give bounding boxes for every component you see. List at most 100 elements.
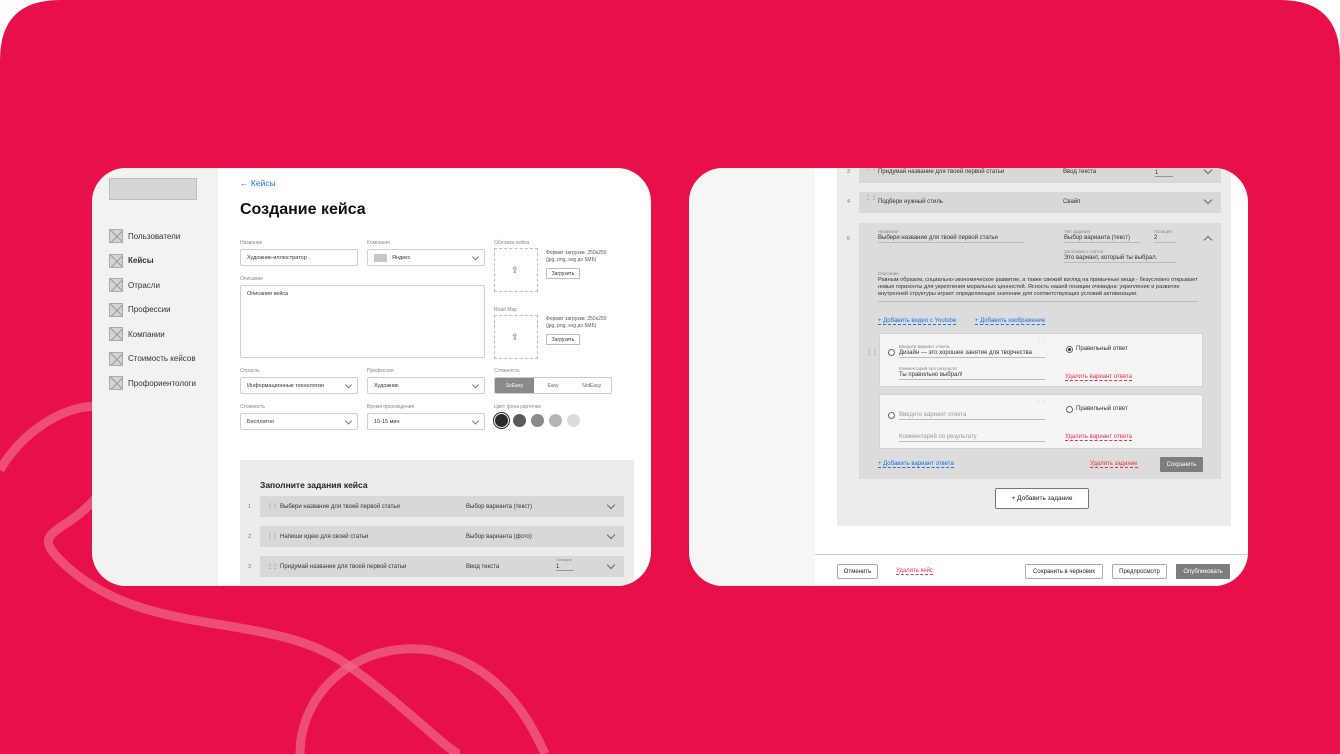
- drag-handle-icon[interactable]: ⋮⋮: [267, 504, 278, 510]
- comment-label: Комментарий про результат: [899, 366, 958, 371]
- publish-button[interactable]: Опубликовать: [1176, 564, 1230, 579]
- correct-answer-radio[interactable]: [1066, 406, 1073, 413]
- difficulty-noteasy[interactable]: NotEasy: [572, 378, 611, 393]
- sidebar-item-users[interactable]: Пользователи: [109, 224, 219, 249]
- color-swatch[interactable]: [495, 414, 508, 427]
- industry-value: Информационные технологии: [247, 382, 324, 389]
- name-value: Художник-иллюстратор: [247, 254, 307, 261]
- company-label: Компания: [367, 240, 390, 246]
- cost-icon: [109, 351, 123, 366]
- save-task-button[interactable]: Сохранить: [1160, 457, 1203, 472]
- position-label: Позиция: [1154, 229, 1172, 234]
- name-field[interactable]: Художник-иллюстратор: [240, 249, 358, 266]
- position-value[interactable]: 1: [556, 564, 574, 571]
- description-label: Описание: [240, 276, 264, 282]
- sidebar-item-cases[interactable]: Кейсы: [109, 249, 219, 274]
- position-value[interactable]: 1: [1155, 170, 1173, 177]
- drag-handle-icon[interactable]: ⋮⋮: [267, 564, 278, 570]
- comment-field[interactable]: Ты правильно выбрал!: [899, 372, 1045, 380]
- difficulty-easy[interactable]: Easy: [534, 378, 573, 393]
- color-swatch[interactable]: [549, 414, 562, 427]
- drag-handle-icon[interactable]: ⋮⋮: [865, 168, 877, 171]
- delete-answer-link[interactable]: Удалить вариант ответа: [1065, 434, 1133, 441]
- logo-placeholder: [109, 178, 197, 200]
- delete-task-link[interactable]: Удалить задание: [1090, 461, 1138, 468]
- task-type-select[interactable]: Выбор варианта (текст): [1064, 235, 1140, 243]
- sidebar-item-industries[interactable]: Отрасли: [109, 273, 219, 298]
- preview-button[interactable]: Предпросмотр: [1112, 564, 1167, 579]
- task-type: Ввод текста: [466, 563, 500, 570]
- add-video-link[interactable]: + Добавить видео с Youtube: [878, 318, 957, 325]
- roadmap-upload-button[interactable]: Загрузить: [546, 334, 580, 345]
- color-swatch[interactable]: [513, 414, 526, 427]
- task-type: Ввод текста: [1063, 169, 1097, 175]
- drag-handle-icon[interactable]: ⋮⋮: [1036, 398, 1046, 404]
- description-field[interactable]: Равным образом, социально-экономическое …: [878, 277, 1198, 302]
- header-label: Заголовок к статье: [1064, 249, 1104, 254]
- position-label: Позиция: [556, 557, 572, 562]
- industry-select[interactable]: Информационные технологии: [240, 377, 358, 394]
- task-row[interactable]: 1 ⋮⋮ Выбери название для твоей первой стат…: [248, 496, 624, 517]
- difficulty-soeasy[interactable]: SoEasy: [495, 378, 534, 393]
- save-draft-button[interactable]: Сохранить в черновик: [1025, 564, 1103, 579]
- chevron-down-icon[interactable]: [606, 500, 616, 510]
- correct-answer-radio[interactable]: [1066, 346, 1073, 353]
- chevron-down-icon[interactable]: [1203, 168, 1213, 175]
- correct-answer-label: Правильный ответ: [1076, 406, 1128, 412]
- chevron-down-icon[interactable]: [1203, 195, 1213, 205]
- answer-field[interactable]: Дизайн — это хорошее занятие для творчес…: [899, 350, 1045, 358]
- tasks-title: Заполните задания кейса: [260, 480, 368, 490]
- time-select[interactable]: 10-15 мин: [367, 413, 485, 430]
- roadmap-dropzone[interactable]: ⇪: [494, 315, 538, 359]
- footer-bar: Отменить Удалить кейс Сохранить в чернов…: [815, 554, 1248, 586]
- delete-answer-link[interactable]: Удалить вариант ответа: [1065, 374, 1133, 381]
- sidebar-item-companies[interactable]: Компании: [109, 322, 219, 347]
- cost-select[interactable]: Бесплатно: [240, 413, 358, 430]
- chevron-down-icon[interactable]: [606, 560, 616, 570]
- drag-handle-icon[interactable]: ⋮⋮: [1036, 337, 1046, 343]
- case-editor-card: Пользователи Кейсы Отрасли Профессии Ком…: [92, 168, 651, 586]
- time-value: 10-15 мин: [374, 418, 400, 425]
- cancel-button[interactable]: Отменить: [837, 564, 878, 579]
- task-row[interactable]: 2 ⋮⋮ Напиши идею для своей статьи Выбор вар…: [248, 526, 624, 547]
- add-image-link[interactable]: + Добавить изображение: [975, 318, 1046, 325]
- back-link[interactable]: ← Кейсы: [240, 178, 276, 188]
- answer-field[interactable]: Введите вариант ответа: [899, 412, 1045, 420]
- sidebar: [689, 168, 815, 586]
- color-swatch[interactable]: [531, 414, 544, 427]
- page-title: Создание кейса: [240, 201, 366, 218]
- comment-field[interactable]: Комментарий по результату: [899, 434, 1045, 442]
- header-field[interactable]: Это вариант, который ты выбрал.: [1064, 255, 1176, 263]
- time-label: Время прохождения: [367, 404, 415, 410]
- sidebar-item-case-cost[interactable]: Стоимость кейсов: [109, 347, 219, 372]
- answer-radio[interactable]: [888, 412, 895, 419]
- description-value: Описание кейса: [247, 291, 289, 297]
- description-field[interactable]: Описание кейса: [240, 285, 485, 358]
- drag-handle-icon[interactable]: ⋮⋮: [267, 534, 278, 540]
- add-answer-link[interactable]: + Добавить вариант ответа: [878, 461, 954, 468]
- position-value[interactable]: 2: [1154, 235, 1176, 243]
- sidebar-item-professions[interactable]: Профессии: [109, 298, 219, 323]
- sidebar-item-career-advisors[interactable]: Профориентологи: [109, 371, 219, 396]
- cover-upload-button[interactable]: Загрузить: [546, 268, 580, 279]
- chevron-down-icon[interactable]: [606, 530, 616, 540]
- drag-handle-icon[interactable]: ⋮⋮: [865, 195, 877, 201]
- task-row[interactable]: 4 ⋮⋮ Подбери нужный стиль Свайп: [847, 192, 1221, 213]
- drag-handle-icon[interactable]: ⋮⋮: [866, 350, 878, 356]
- delete-case-link[interactable]: Удалить кейс: [896, 568, 933, 575]
- company-select[interactable]: Яндекс: [367, 249, 485, 266]
- roadmap-format-line2: (jpg, png, svg до 5МБ): [546, 323, 597, 329]
- chevron-up-icon[interactable]: [1203, 235, 1213, 245]
- task-name-field[interactable]: Выбери название для твоей первой статьи: [878, 235, 1024, 243]
- add-task-button[interactable]: + Добавить задание: [995, 488, 1089, 509]
- task-name: Напиши идею для своей статьи: [280, 533, 369, 540]
- cover-dropzone[interactable]: ⇪: [494, 248, 538, 292]
- profession-select[interactable]: Художник: [367, 377, 485, 394]
- task-row[interactable]: 3 ⋮⋮ Придумай название для твоей первой ст…: [847, 168, 1221, 183]
- task-row[interactable]: 3 ⋮⋮ Придумай название для твоей первой ст…: [248, 556, 624, 577]
- task-expanded: 5 Название Выбери название для твоей пер…: [847, 223, 1221, 479]
- task-editor-card: 3 ⋮⋮ Придумай название для твоей первой ст…: [689, 168, 1248, 586]
- task-type: Выбор варианта (текст): [466, 503, 533, 510]
- color-swatch[interactable]: [567, 414, 580, 427]
- answer-radio[interactable]: [888, 349, 895, 356]
